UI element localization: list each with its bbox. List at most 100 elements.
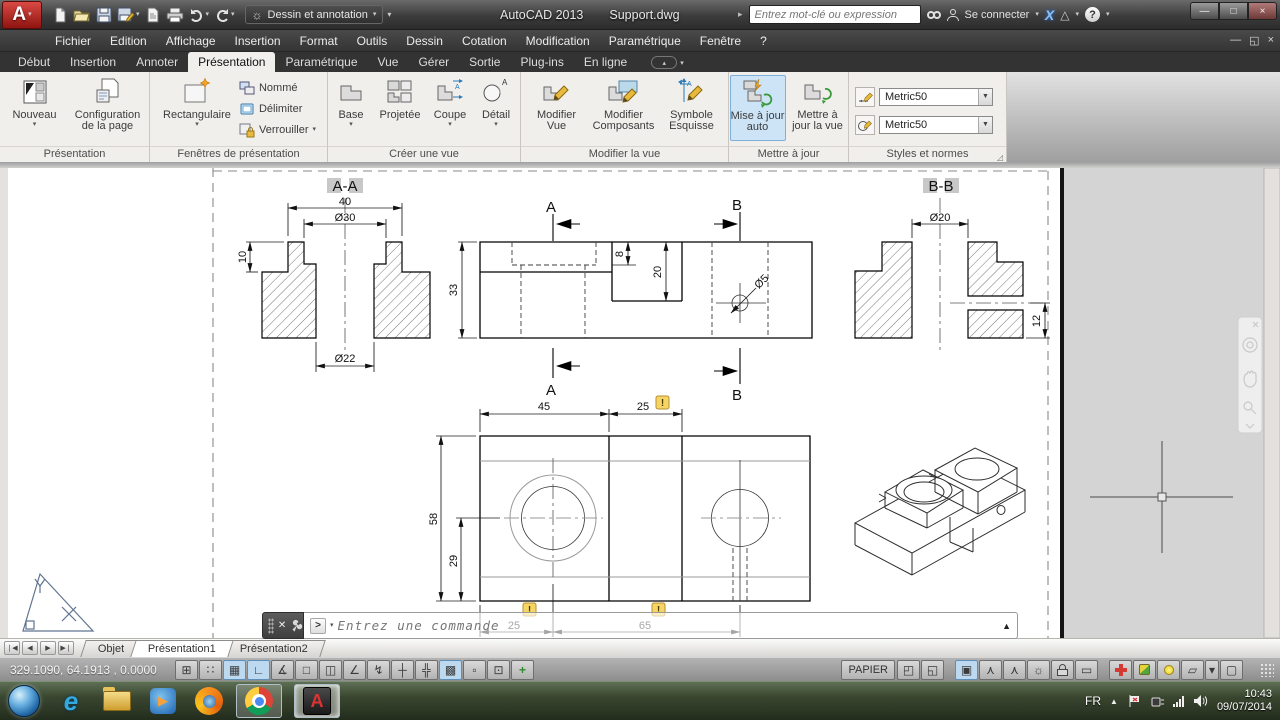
selection-cycling-toggle[interactable]: ⊡: [487, 660, 510, 680]
object-snap-3d-toggle[interactable]: ◫: [319, 660, 342, 680]
symbol-sketch-button[interactable]: A Symbole Esquisse: [663, 75, 721, 132]
tab-sortie[interactable]: Sortie: [459, 52, 510, 72]
annotation-autoscale-icon[interactable]: ⋏: [1003, 660, 1026, 680]
search-input[interactable]: [749, 5, 921, 24]
tab-debut[interactable]: Début: [8, 52, 60, 72]
ortho-toggle[interactable]: ∟: [247, 660, 270, 680]
status-monitor-icon[interactable]: ▭: [1075, 660, 1098, 680]
start-button[interactable]: [8, 685, 40, 717]
menu-dessin[interactable]: Dessin: [397, 31, 452, 51]
layout-space-icon[interactable]: ◱: [921, 660, 944, 680]
tab-vue[interactable]: Vue: [368, 52, 409, 72]
tab-presentation2[interactable]: Présentation2: [222, 640, 325, 657]
rectangular-viewport-button[interactable]: Rectangulaire▾: [159, 75, 235, 128]
workspace-icon[interactable]: ▱: [1181, 660, 1204, 680]
clip-viewport-button[interactable]: Délimiter: [237, 98, 318, 119]
annotation-scale-icon[interactable]: [1133, 660, 1156, 680]
menu-fichier[interactable]: Fichier: [46, 31, 100, 51]
internet-explorer-icon[interactable]: e: [56, 686, 86, 716]
lock-viewport-button[interactable]: Verrouiller▾: [237, 119, 318, 140]
firefox-icon[interactable]: [194, 686, 224, 716]
view-style-select[interactable]: Metric50▼: [879, 116, 993, 134]
exchange-apps-icon[interactable]: X: [1045, 7, 1054, 23]
help-icon[interactable]: ?: [1085, 7, 1100, 22]
menu-fenetre[interactable]: Fenêtre: [691, 31, 750, 51]
doc-close-button[interactable]: ×: [1268, 34, 1274, 47]
menu-insertion[interactable]: Insertion: [226, 31, 290, 51]
tab-parametrique[interactable]: Paramétrique: [275, 52, 367, 72]
save-icon[interactable]: [96, 7, 112, 23]
resize-grip[interactable]: [1260, 663, 1274, 677]
projected-view-button[interactable]: Projetée: [374, 75, 426, 121]
chrome-taskbar-button[interactable]: [236, 684, 282, 718]
tab-enligne[interactable]: En ligne: [574, 52, 637, 72]
tab-annoter[interactable]: Annoter: [126, 52, 188, 72]
menu-modification[interactable]: Modification: [517, 31, 599, 51]
close-icon[interactable]: ✕: [278, 620, 286, 631]
polar-tracking-toggle[interactable]: ∡: [271, 660, 294, 680]
application-menu-button[interactable]: A▾: [2, 1, 42, 29]
qat-customize-button[interactable]: ▾: [387, 10, 391, 19]
dimension-style-select[interactable]: Metric50▼: [879, 88, 993, 106]
menu-edition[interactable]: Edition: [101, 31, 156, 51]
paper-model-toggle[interactable]: PAPIER: [841, 660, 895, 680]
annotation-monitor-toggle[interactable]: +: [511, 660, 534, 680]
command-history-icon[interactable]: ▲: [1002, 621, 1011, 631]
new-file-icon[interactable]: [52, 7, 68, 23]
gear-icon[interactable]: ☼: [1027, 660, 1050, 680]
menu-parametrique[interactable]: Paramétrique: [600, 31, 690, 51]
chevron-down-icon[interactable]: ▼: [978, 89, 992, 105]
show-hidden-icons[interactable]: ▲: [1110, 697, 1118, 706]
tab-insertion[interactable]: Insertion: [60, 52, 126, 72]
tab-presentation1[interactable]: Présentation1: [131, 640, 234, 657]
base-view-button[interactable]: Base▾: [330, 75, 372, 128]
volume-icon[interactable]: [1193, 694, 1208, 708]
windows-explorer-icon[interactable]: [102, 686, 132, 716]
lightbulb-icon[interactable]: [1157, 660, 1180, 680]
command-line[interactable]: ✕ > ▾ ▲: [262, 612, 1018, 639]
auto-update-button[interactable]: Mise à jour auto: [730, 75, 786, 141]
properties-toggle[interactable]: ▫: [463, 660, 486, 680]
language-indicator[interactable]: FR: [1085, 694, 1101, 708]
action-center-flag-icon[interactable]: [1127, 694, 1141, 708]
open-file-icon[interactable]: [73, 7, 91, 23]
network-signal-icon[interactable]: [1173, 696, 1184, 707]
quick-properties-toggle[interactable]: ▩: [439, 660, 462, 680]
object-snap-toggle[interactable]: □: [295, 660, 318, 680]
save-as-icon[interactable]: ▾: [117, 7, 140, 23]
hardware-plus-icon[interactable]: [1109, 660, 1132, 680]
grid-toggle[interactable]: ▦: [223, 660, 246, 680]
signin-label[interactable]: Se connecter: [965, 9, 1030, 21]
workspace-switcher[interactable]: ☼ Dessin et annotation ▾: [245, 5, 384, 24]
edit-components-button[interactable]: Modifier Composants: [587, 75, 661, 132]
update-view-button[interactable]: Mettre à jour la vue: [788, 75, 848, 132]
power-plug-icon[interactable]: [1150, 694, 1164, 708]
plot-preview-icon[interactable]: [145, 7, 161, 23]
menu-aide[interactable]: ?: [751, 31, 776, 51]
command-input[interactable]: [338, 618, 999, 633]
snap-toggle[interactable]: ⊞: [175, 660, 198, 680]
chevron-down-icon[interactable]: ▼: [978, 117, 992, 133]
section-view-button[interactable]: A Coupe▾: [428, 75, 472, 128]
lock-icon[interactable]: [1051, 660, 1074, 680]
print-icon[interactable]: [166, 7, 184, 23]
ribbon-minimize-options-icon[interactable]: ▾: [680, 60, 684, 67]
search-icon[interactable]: [927, 11, 941, 19]
wrench-icon[interactable]: [290, 619, 303, 632]
tab-plugins[interactable]: Plug-ins: [510, 52, 573, 72]
chevron-down-icon[interactable]: ▾: [1075, 11, 1079, 18]
model-space-icon[interactable]: ◰: [897, 660, 920, 680]
first-layout-button[interactable]: ❘◀: [4, 641, 20, 655]
maximize-button[interactable]: □: [1219, 2, 1248, 20]
doc-restore-button[interactable]: ◱: [1249, 34, 1259, 47]
close-button[interactable]: ×: [1248, 2, 1277, 20]
menu-format[interactable]: Format: [291, 31, 347, 51]
prev-layout-button[interactable]: ◀: [22, 641, 38, 655]
vertical-scrollbar[interactable]: [1264, 168, 1280, 638]
tab-gerer[interactable]: Gérer: [408, 52, 459, 72]
infocenter-expand-icon[interactable]: ▸: [738, 9, 743, 20]
clean-screen-icon[interactable]: ▢: [1220, 660, 1243, 680]
lineweight-toggle[interactable]: ┼: [391, 660, 414, 680]
menu-cotation[interactable]: Cotation: [453, 31, 516, 51]
dynamic-input-toggle[interactable]: ↯: [367, 660, 390, 680]
